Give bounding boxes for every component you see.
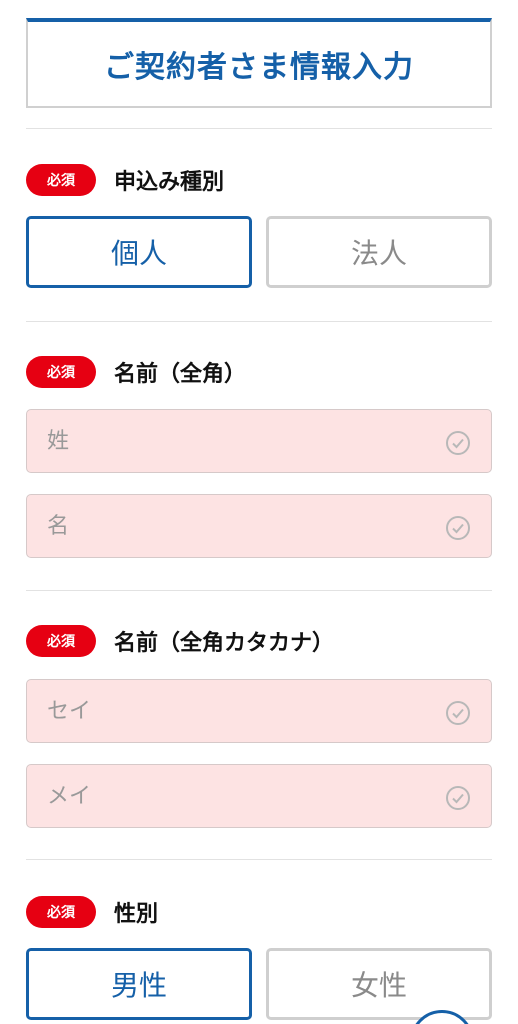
check-circle-icon (446, 431, 470, 455)
gender-male-button[interactable]: 男性 (26, 948, 252, 1020)
check-circle-icon (446, 516, 470, 540)
gender-female-button[interactable]: 女性 (266, 948, 492, 1020)
gender-label-text: 性別 (114, 902, 159, 927)
check-circle-icon (446, 786, 470, 810)
first-name-field (26, 494, 492, 558)
name-kana-label: 必須 名前（全角カタカナ） (26, 624, 334, 658)
last-name-field (26, 409, 492, 473)
application-type-toggle: 個人 法人 (26, 216, 492, 288)
last-name-kana-input[interactable] (27, 680, 491, 742)
first-name-kana-field (26, 764, 492, 828)
gender-label: 必須 性別 (26, 895, 158, 929)
application-type-label: 必須 申込み種別 (26, 163, 224, 197)
first-name-kana-input[interactable] (27, 765, 491, 827)
divider (26, 859, 492, 860)
application-type-individual-button[interactable]: 個人 (26, 216, 252, 288)
divider (26, 321, 492, 322)
gender-toggle: 男性 女性 (26, 948, 492, 1020)
last-name-input[interactable] (27, 410, 491, 472)
check-circle-icon (446, 701, 470, 725)
divider (26, 128, 492, 129)
first-name-input[interactable] (27, 495, 491, 557)
application-type-corporate-button[interactable]: 法人 (266, 216, 492, 288)
contract-info-page: ご契約者さま情報入力 必須 申込み種別 個人 法人 必須 名前（全角） 必須 名… (0, 0, 518, 1024)
required-badge: 必須 (26, 625, 96, 657)
required-badge: 必須 (26, 164, 96, 196)
page-title-box: ご契約者さま情報入力 (26, 18, 492, 108)
name-kanji-label: 必須 名前（全角） (26, 355, 246, 389)
required-badge: 必須 (26, 356, 96, 388)
divider (26, 590, 492, 591)
name-kanji-label-text: 名前（全角） (114, 362, 247, 387)
name-kana-label-text: 名前（全角カタカナ） (114, 631, 335, 656)
last-name-kana-field (26, 679, 492, 743)
application-type-label-text: 申込み種別 (114, 170, 225, 195)
required-badge: 必須 (26, 896, 96, 928)
page-title: ご契約者さま情報入力 (104, 50, 414, 85)
